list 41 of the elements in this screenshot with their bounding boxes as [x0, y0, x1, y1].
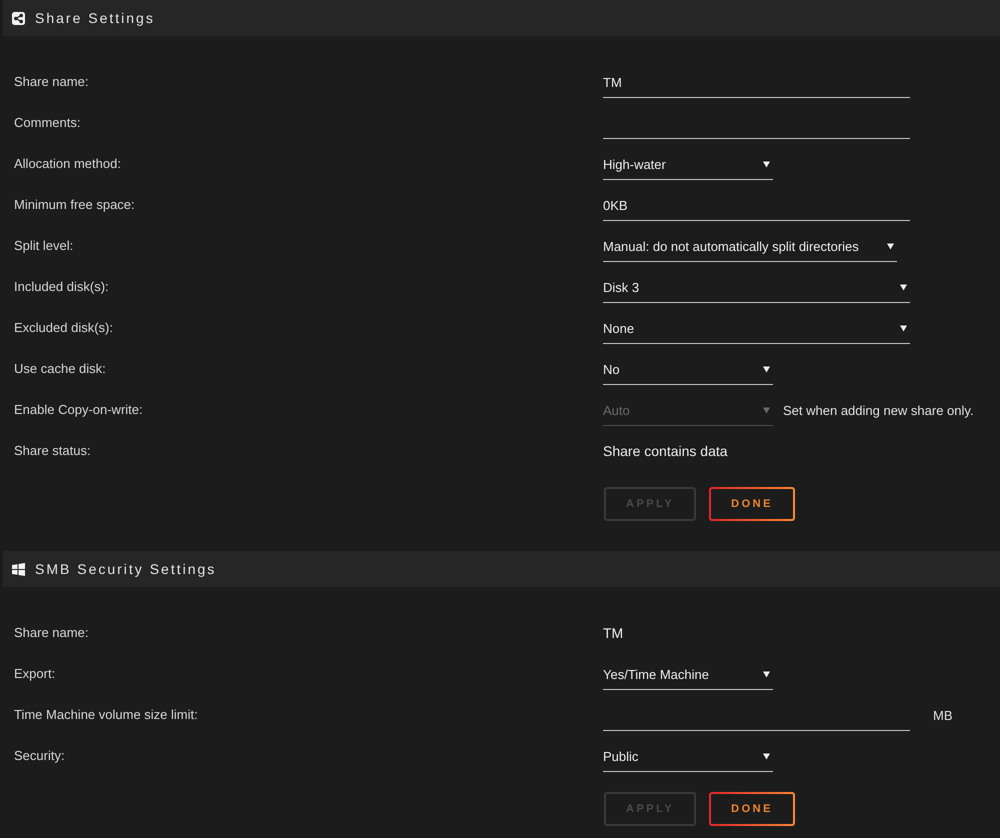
field-value: Share contains data — [603, 442, 728, 461]
text-field[interactable]: TM — [603, 67, 910, 98]
hint-text: Set when adding new share only. — [783, 403, 974, 418]
dropdown[interactable]: None — [603, 313, 910, 344]
field-label: Use cache disk: — [14, 360, 106, 378]
field-label: Allocation method: — [14, 155, 121, 173]
action-button[interactable]: DONE — [709, 792, 795, 826]
field-label: Minimum free space: — [14, 196, 135, 214]
section-title: Share Settings — [35, 10, 155, 26]
four-panes-icon — [12, 562, 25, 576]
unit-label: MB — [933, 708, 952, 723]
dropdown[interactable]: No — [603, 354, 773, 385]
caret-icon — [763, 752, 770, 760]
field-label: Enable Copy-on-write: — [14, 401, 143, 419]
caret-icon — [900, 284, 907, 290]
field-label: Security: — [14, 747, 65, 765]
field-label: Time Machine volume size limit: — [14, 706, 198, 724]
field-label: Share status: — [14, 442, 91, 460]
action-button[interactable]: DONE — [709, 487, 795, 521]
dropdown[interactable]: Yes/Time Machine — [603, 659, 773, 690]
caret-icon — [763, 670, 770, 678]
field-label: Comments: — [14, 114, 80, 132]
field-value: TM — [603, 624, 624, 643]
caret-icon — [763, 406, 770, 414]
dropdown[interactable]: High-water — [603, 149, 773, 180]
field-label: Included disk(s): — [14, 278, 109, 296]
caret-icon — [763, 366, 770, 372]
share-icon — [12, 12, 25, 24]
dropdown[interactable]: Manual: do not automatically split directories — [603, 231, 897, 262]
field-label: Share name: — [14, 624, 88, 642]
text-field[interactable]: 0KB — [603, 190, 910, 221]
field-label: Export: — [14, 665, 56, 683]
field-label: Share name: — [14, 73, 88, 91]
caret-icon — [900, 324, 907, 332]
caret-icon — [886, 242, 894, 250]
dropdown[interactable]: Disk 3 — [603, 272, 910, 303]
caret-icon — [763, 160, 770, 168]
field-label: Excluded disk(s): — [14, 319, 113, 337]
section-title: SMB Security Settings — [35, 561, 216, 577]
field-label: Split level: — [14, 237, 74, 255]
dropdown[interactable]: Public — [603, 741, 773, 772]
